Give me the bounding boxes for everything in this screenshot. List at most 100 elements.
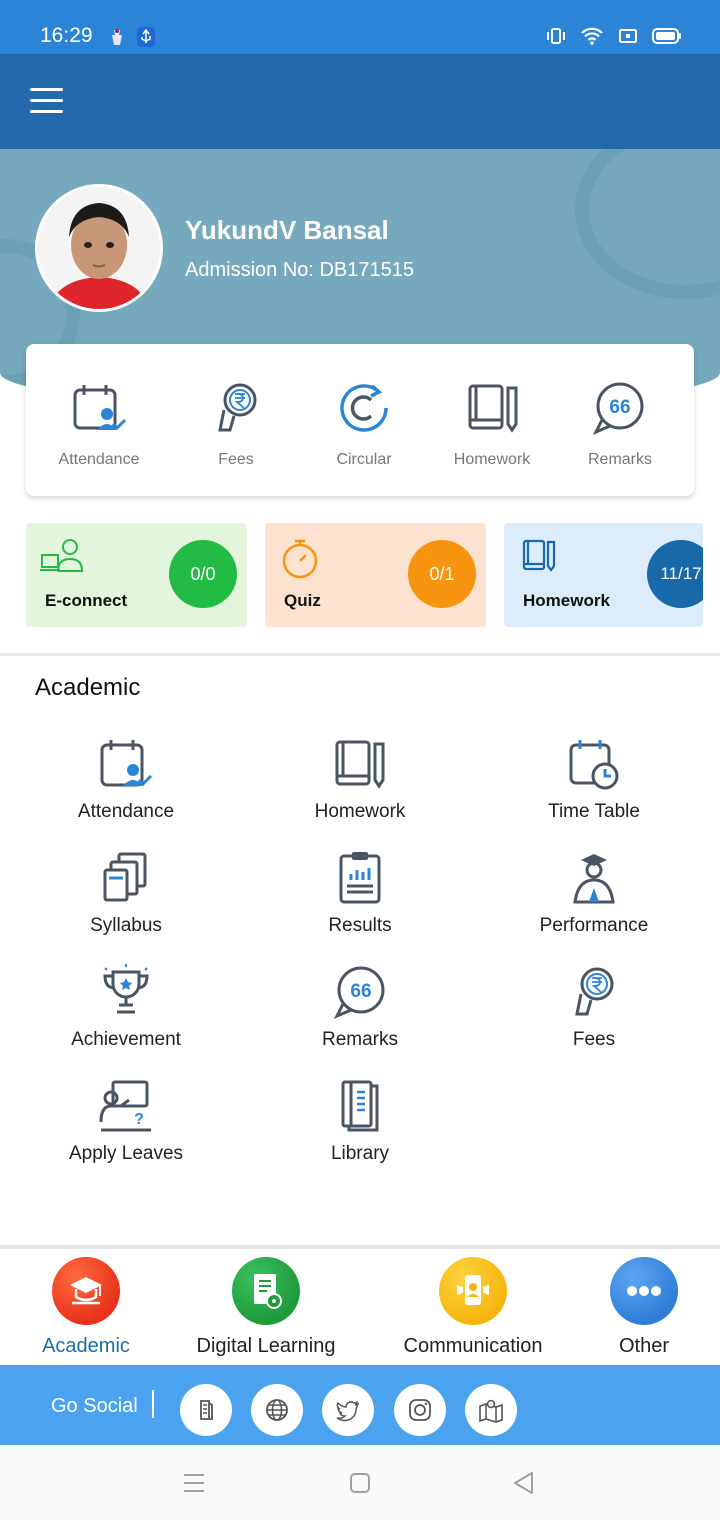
nav-label: Other (618, 1335, 670, 1357)
bottom-nav: Academic Digital Learning Communication … (0, 1249, 720, 1365)
nav-label: Digital Learning (196, 1335, 336, 1357)
academic-item-label: Syllabus (90, 915, 162, 936)
quick-remarks[interactable]: 66 Remarks (556, 344, 684, 496)
nav-academic[interactable]: Academic (36, 1257, 136, 1358)
recents-icon[interactable] (182, 1472, 206, 1494)
stopwatch-icon (282, 539, 318, 579)
battery-icon (652, 28, 681, 44)
quote-bubble-icon: 66 (592, 382, 644, 435)
clipboard-chart-icon (339, 852, 381, 904)
academic-item-syllabus[interactable]: Syllabus (9, 850, 243, 937)
summary-count: 0/0 (169, 540, 237, 608)
graduate-icon (573, 854, 615, 904)
quick-action-label: Remarks (587, 451, 652, 468)
book-pencil-icon (335, 740, 385, 789)
screen-cast-icon (619, 29, 637, 43)
svg-text:66: 66 (350, 981, 371, 1002)
quick-attendance[interactable]: Attendance (26, 344, 172, 496)
globe-icon[interactable] (251, 1384, 303, 1436)
quick-homework[interactable]: Homework (428, 344, 556, 496)
social-bar: Go Social (0, 1365, 720, 1445)
status-time: 16:29 (40, 24, 93, 47)
academic-item-label: Achievement (71, 1029, 181, 1050)
academic-item-remarks[interactable]: 66 Remarks (243, 964, 477, 1051)
student-name: YukundV Bansal (185, 215, 389, 245)
nav-label: Communication (403, 1335, 543, 1357)
academic-item-label: Library (330, 1143, 390, 1164)
back-icon[interactable] (512, 1471, 534, 1495)
nav-other[interactable]: Other (594, 1257, 694, 1358)
academic-item-performance[interactable]: Performance (477, 850, 711, 937)
quick-action-label: Attendance (58, 451, 140, 468)
section-divider (0, 653, 720, 656)
library-book-icon (341, 1080, 379, 1132)
quote-bubble-icon: 66 (333, 966, 385, 1019)
summary-card-econnect[interactable]: E-connect 0/0 (26, 523, 247, 627)
academic-item-apply-leaves[interactable]: ? Apply Leaves (9, 1078, 243, 1165)
academic-item-attendance[interactable]: Attendance (9, 736, 243, 823)
quick-action-label: Homework (453, 451, 531, 468)
app-bar (0, 54, 720, 149)
summary-title: Quiz (284, 591, 321, 610)
go-social-label: Go Social (51, 1395, 138, 1417)
circular-icon (340, 384, 388, 432)
menu-icon[interactable] (30, 88, 64, 114)
academic-section-title: Academic (35, 674, 141, 701)
academic-item-label: Performance (539, 915, 649, 936)
avatar[interactable] (35, 184, 163, 312)
summary-card-homework[interactable]: Homework 11/17 (504, 523, 703, 627)
rupee-hand-icon (218, 383, 257, 432)
digital-book-icon (232, 1257, 300, 1325)
summary-title: E-connect (45, 591, 128, 610)
academic-item-time-table[interactable]: Time Table (477, 736, 711, 823)
status-bar: 16:29 (0, 0, 720, 54)
trophy-icon (103, 964, 149, 1014)
academic-item-label: Remarks (321, 1029, 398, 1050)
admission-number: Admission No: DB171515 (185, 259, 415, 281)
academic-item-results[interactable]: Results (243, 850, 477, 937)
system-nav-bar (0, 1445, 720, 1520)
book-pencil-icon (468, 384, 518, 433)
academic-item-homework[interactable]: Homework (243, 736, 477, 823)
blog-icon[interactable] (180, 1384, 232, 1436)
summary-title: Homework (523, 591, 610, 610)
teacher-board-icon: ? (99, 1080, 151, 1132)
home-icon[interactable] (349, 1472, 371, 1494)
quick-circular[interactable]: Circular (300, 344, 428, 496)
instagram-icon[interactable] (394, 1384, 446, 1436)
people-laptop-icon (40, 539, 84, 572)
wifi-icon (581, 27, 603, 45)
academic-item-achievement[interactable]: Achievement (9, 964, 243, 1051)
graduation-cap-icon (52, 1257, 120, 1325)
megaphone-phone-icon (439, 1257, 507, 1325)
calendar-clock-icon (569, 740, 619, 790)
summary-count: 0/1 (408, 540, 476, 608)
academic-item-library[interactable]: Library (243, 1078, 477, 1165)
academic-item-label: Homework (314, 801, 406, 822)
academic-item-label: Apply Leaves (68, 1143, 184, 1164)
calendar-user-icon (100, 740, 153, 787)
academic-item-label: Fees (572, 1029, 616, 1050)
notification-app-icon (108, 27, 126, 47)
quick-fees[interactable]: Fees (172, 344, 300, 496)
map-icon[interactable] (465, 1384, 517, 1436)
summary-count: 11/17 (647, 540, 703, 608)
calendar-user-icon (73, 385, 127, 431)
quick-actions-card: Attendance Fees Circular Homework 66 Rem… (26, 344, 694, 496)
svg-text:66: 66 (609, 397, 630, 418)
documents-icon (103, 852, 147, 902)
academic-item-fees[interactable]: Fees (477, 964, 711, 1051)
more-dots-icon (610, 1257, 678, 1325)
nav-communication[interactable]: Communication (398, 1257, 548, 1358)
twitter-icon[interactable] (322, 1384, 374, 1436)
separator (152, 1390, 154, 1418)
vibrate-icon (547, 28, 565, 44)
quick-action-label: Circular (336, 451, 392, 468)
nav-digital-learning[interactable]: Digital Learning (186, 1257, 346, 1358)
academic-item-label: Attendance (77, 801, 175, 822)
book-pencil-icon (522, 539, 556, 572)
rupee-hand-icon (575, 967, 614, 1016)
academic-item-label: Results (328, 915, 392, 936)
summary-card-quiz[interactable]: Quiz 0/1 (265, 523, 486, 627)
academic-item-label: Time Table (548, 801, 640, 822)
